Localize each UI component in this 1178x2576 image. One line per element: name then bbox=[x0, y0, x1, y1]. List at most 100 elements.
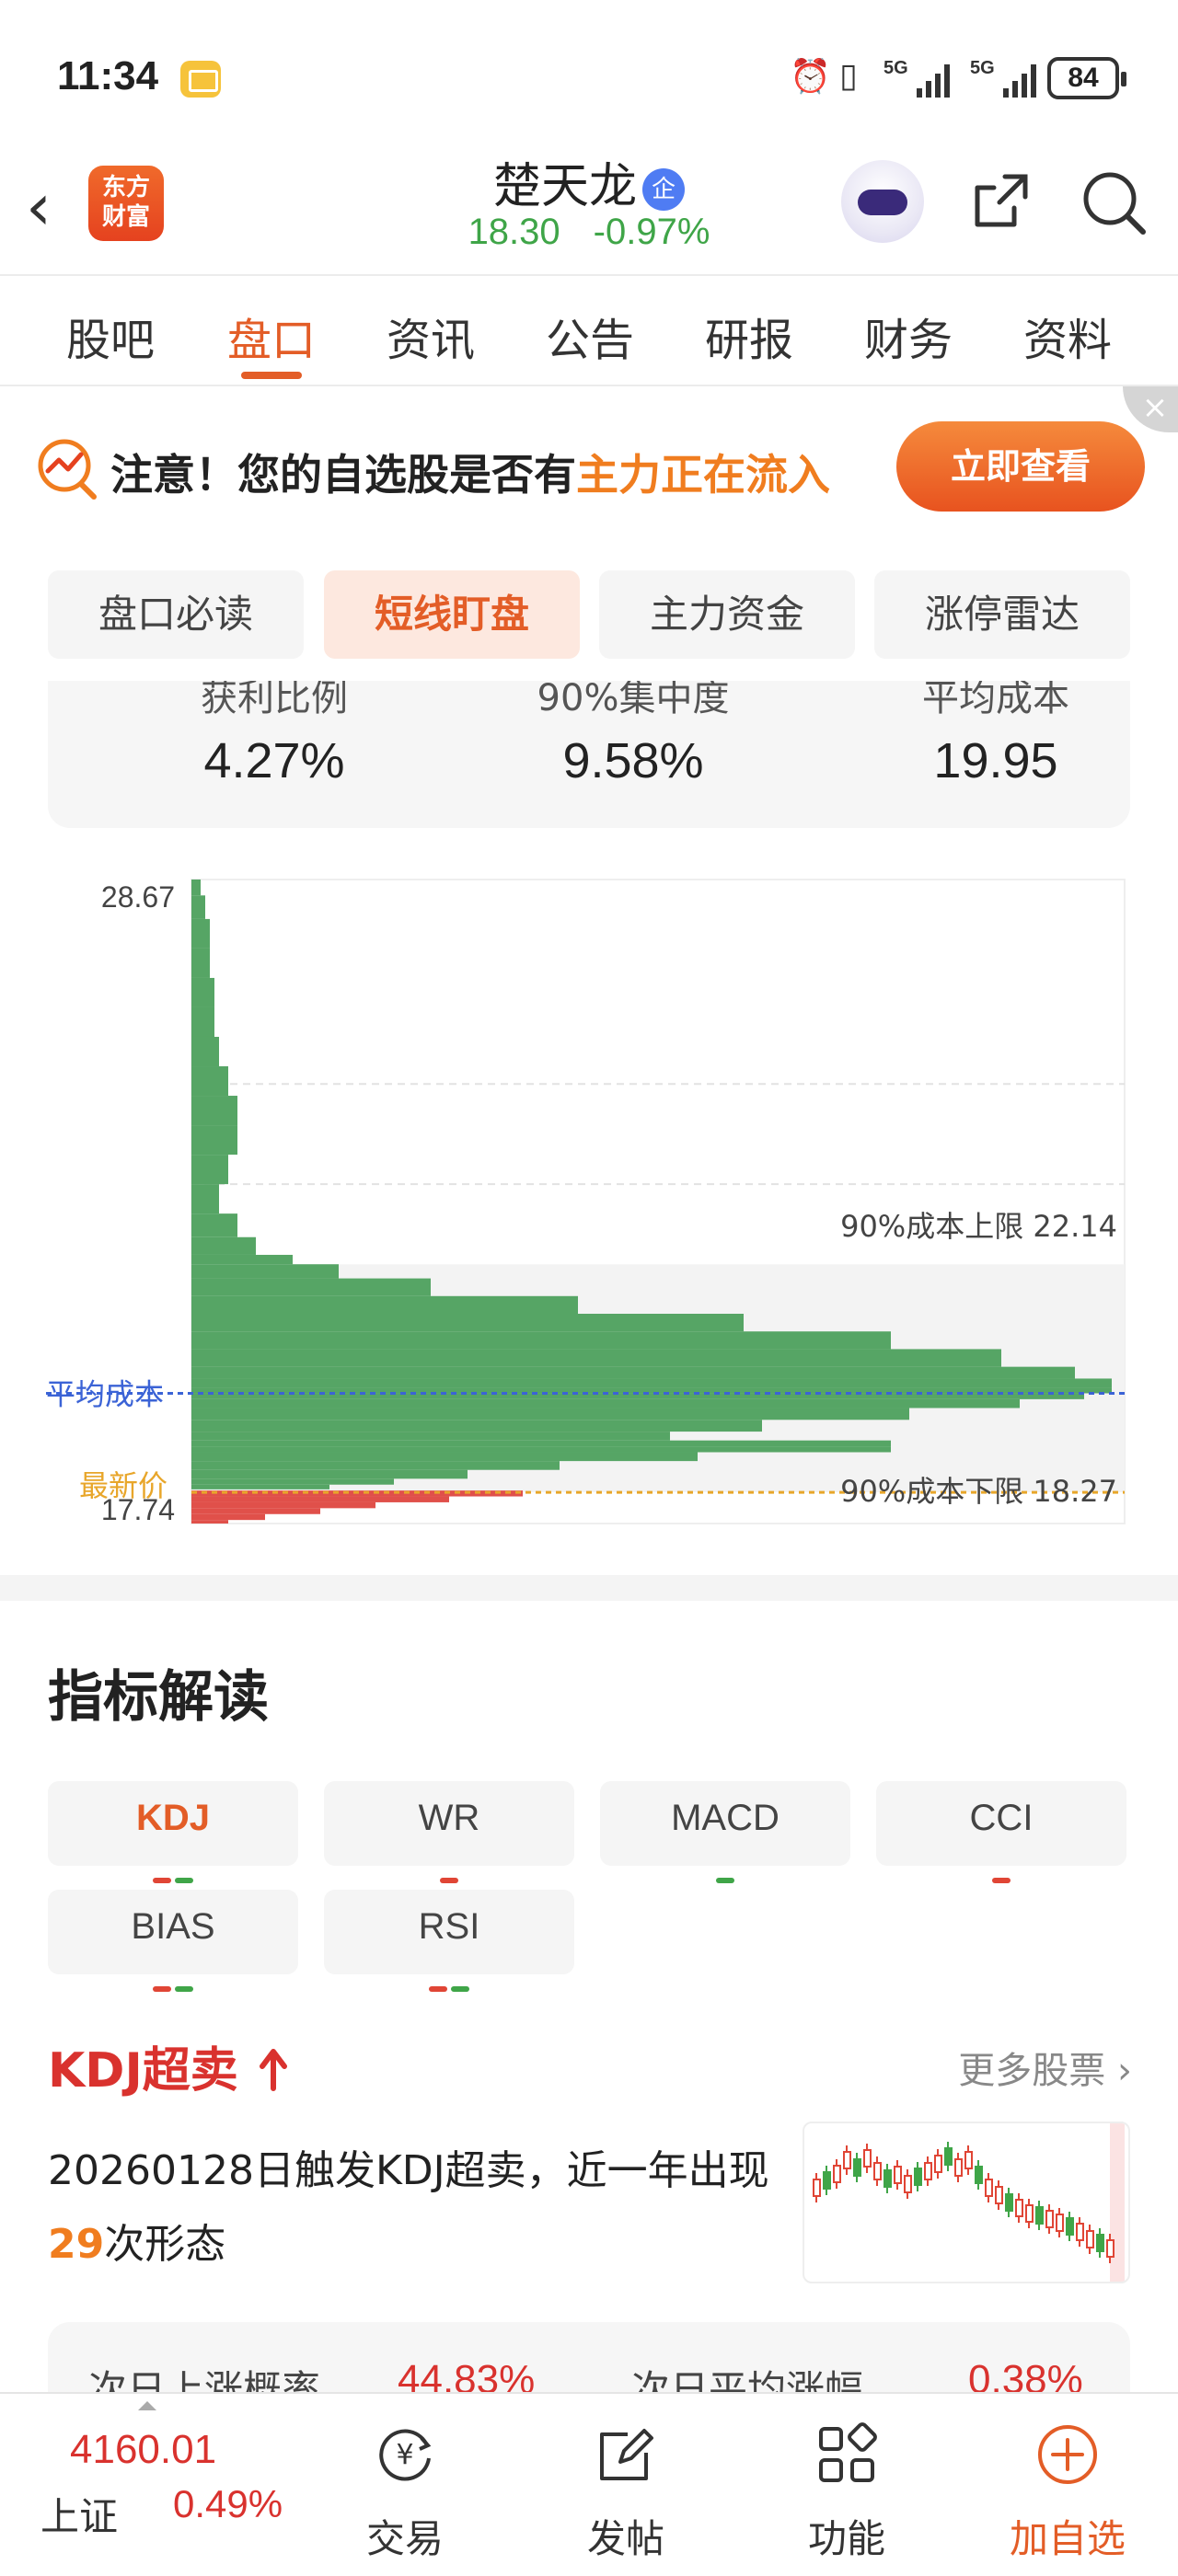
indicator-kdj[interactable]: KDJ bbox=[48, 1781, 298, 1883]
chip-bar bbox=[191, 1278, 431, 1296]
candle-body bbox=[934, 2155, 942, 2173]
view-now-button[interactable]: 立即查看 bbox=[896, 421, 1145, 512]
vibrate-icon: ▯ bbox=[839, 57, 858, 95]
candle-body bbox=[833, 2165, 841, 2183]
banner-highlight: 主力正在流入 bbox=[576, 450, 830, 500]
bottom-navigation: 4160.01 上证 0.49% ¥ 交易 发帖 功能 加自选 bbox=[0, 2392, 1178, 2576]
subtab-limit-up-radar[interactable]: 涨停雷达 bbox=[874, 570, 1130, 659]
battery-indicator: 84 bbox=[1047, 57, 1126, 99]
chip-bar bbox=[191, 1408, 909, 1420]
candle-body bbox=[1096, 2234, 1104, 2252]
index-value[interactable]: 4160.01 bbox=[70, 2427, 216, 2473]
signal-dots bbox=[324, 1851, 574, 1883]
subtab-short-term[interactable]: 短线盯盘 bbox=[324, 570, 580, 659]
chip-bar bbox=[191, 1508, 320, 1514]
candle-body bbox=[843, 2151, 851, 2169]
chip-bar bbox=[191, 1254, 293, 1265]
profit-ratio-label: 获利比例 bbox=[201, 681, 348, 719]
chip-bar bbox=[191, 1331, 891, 1350]
signal-dots bbox=[324, 1960, 574, 1992]
mini-kline-chart[interactable] bbox=[803, 2122, 1130, 2283]
indicator-macd[interactable]: MACD bbox=[600, 1781, 850, 1883]
chip-bar bbox=[191, 1155, 228, 1185]
chip-bar bbox=[191, 1184, 219, 1214]
candle-body bbox=[1005, 2193, 1013, 2212]
chip-bar bbox=[191, 1006, 214, 1037]
tab-guba[interactable]: 股吧 bbox=[41, 304, 179, 368]
chip-bar bbox=[191, 1264, 339, 1279]
share-icon[interactable] bbox=[968, 167, 1034, 234]
more-stocks-link[interactable]: 更多股票 › bbox=[958, 2041, 1132, 2094]
signal-dots bbox=[600, 1851, 850, 1883]
candle-body bbox=[1086, 2230, 1094, 2248]
indicator-label: RSI bbox=[418, 1906, 480, 1947]
concentration-label: 90%集中度 bbox=[537, 681, 730, 719]
candle-body bbox=[944, 2147, 953, 2166]
subtab-main-funds[interactable]: 主力资金 bbox=[599, 570, 855, 659]
svg-text:¥: ¥ bbox=[396, 2439, 413, 2471]
chip-bar bbox=[191, 1452, 698, 1462]
tab-finance[interactable]: 财务 bbox=[839, 304, 977, 368]
promo-banner: × 注意！您的自选股是否有主力正在流入 立即查看 bbox=[0, 386, 1178, 552]
active-tab-indicator bbox=[241, 372, 302, 379]
avg-cost-label: 平均成本 bbox=[46, 1376, 164, 1411]
indicator-wr[interactable]: WR bbox=[324, 1781, 574, 1883]
concentration-value: 9.58% bbox=[562, 733, 704, 788]
y-max-label: 28.67 bbox=[101, 880, 175, 914]
index-change-pct[interactable]: 0.49% bbox=[173, 2482, 283, 2526]
indicator-label: KDJ bbox=[135, 1798, 211, 1838]
chip-bar bbox=[191, 1349, 1001, 1367]
enterprise-badge-icon: 企 bbox=[642, 168, 685, 211]
chip-bar bbox=[191, 1446, 891, 1453]
signal-dots bbox=[48, 1851, 298, 1883]
search-icon[interactable] bbox=[1077, 166, 1150, 239]
indicator-cci[interactable]: CCI bbox=[876, 1781, 1126, 1883]
chip-bar bbox=[191, 1484, 329, 1489]
candle-body bbox=[1045, 2210, 1054, 2228]
svg-text:5G: 5G bbox=[884, 58, 908, 78]
tab-research[interactable]: 研报 bbox=[680, 304, 818, 368]
candle-body bbox=[985, 2179, 993, 2197]
mini-kline-svg bbox=[813, 2123, 1125, 2282]
trend-alert-icon bbox=[38, 439, 97, 500]
ai-assistant-avatar[interactable] bbox=[841, 160, 924, 243]
chip-bar bbox=[191, 1520, 228, 1524]
chip-bar bbox=[191, 1295, 578, 1315]
signal-dots bbox=[876, 1851, 1126, 1883]
svg-text:5G: 5G bbox=[970, 58, 995, 78]
indicator-label: WR bbox=[418, 1798, 480, 1838]
tab-pankou[interactable]: 盘口 bbox=[202, 304, 341, 368]
candle-body bbox=[873, 2162, 882, 2180]
chip-bar bbox=[191, 977, 214, 1007]
stock-header: ‹ 东方 财富 楚天龙企 18.30 -0.97% bbox=[0, 147, 1178, 276]
candle-body bbox=[924, 2162, 932, 2180]
chip-bar bbox=[191, 1478, 394, 1485]
mail-notification-icon bbox=[180, 61, 221, 98]
alarm-icon: ⏰ bbox=[790, 58, 831, 96]
indicator-bias[interactable]: BIAS bbox=[48, 1890, 298, 1992]
stock-price: 18.30 bbox=[468, 212, 560, 252]
candle-body bbox=[884, 2169, 892, 2188]
signal-dots bbox=[48, 1960, 298, 1992]
candle-body bbox=[1015, 2199, 1023, 2217]
close-icon[interactable]: × bbox=[1123, 386, 1178, 432]
candle-body bbox=[823, 2171, 831, 2190]
candle-body bbox=[1025, 2204, 1034, 2223]
green-signal-dot bbox=[175, 1878, 193, 1883]
status-bar: 11:34 ⏰ ▯ 5G 5G 84 bbox=[0, 0, 1178, 147]
avg-cost-label: 平均成本 bbox=[922, 681, 1069, 719]
subtab-must-read[interactable]: 盘口必读 bbox=[48, 570, 304, 659]
indicator-rsi[interactable]: RSI bbox=[324, 1890, 574, 1992]
indicator-label: BIAS bbox=[131, 1906, 215, 1947]
tab-news[interactable]: 资讯 bbox=[362, 304, 500, 368]
chip-distribution-svg: 28.6717.74平均成本最新价90%成本上限 22.1490%成本下限 18… bbox=[46, 879, 1126, 1526]
index-name[interactable]: 上证 bbox=[40, 2486, 118, 2542]
chip-bar bbox=[191, 918, 210, 949]
chip-bar bbox=[191, 895, 205, 919]
tab-announcements[interactable]: 公告 bbox=[521, 304, 659, 368]
tab-profile[interactable]: 资料 bbox=[999, 304, 1137, 368]
chip-bar bbox=[191, 1432, 670, 1441]
chip-bar bbox=[191, 1213, 237, 1237]
avg-cost-value: 19.95 bbox=[933, 733, 1058, 788]
stock-name: 楚天龙 bbox=[492, 159, 637, 214]
